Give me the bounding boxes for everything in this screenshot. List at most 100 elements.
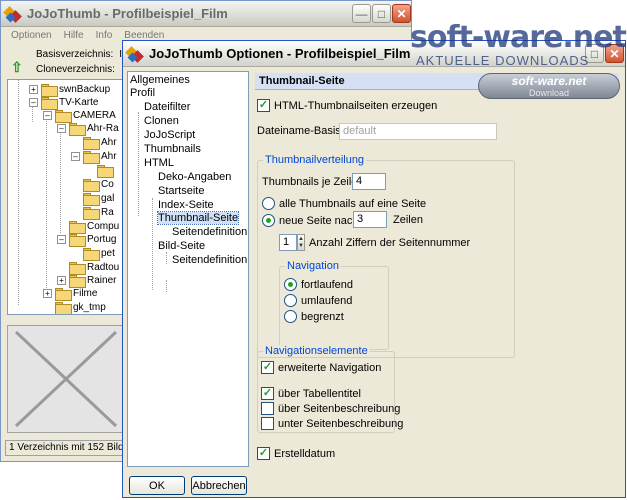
collapse-icon[interactable]: – xyxy=(57,124,66,133)
filename-base-label: Dateiname-Basis xyxy=(257,125,341,137)
above-table-title-checkbox[interactable]: ✓ über Tabellentitel xyxy=(261,387,361,400)
tree-item-pet[interactable]: pet xyxy=(83,247,115,261)
folder-icon xyxy=(69,221,86,234)
filename-base-row: Dateiname-Basis xyxy=(257,125,341,137)
tree-item-compu[interactable]: Compu xyxy=(69,220,119,234)
clone-dir-row: Cloneverzeichnis: xyxy=(36,64,115,75)
nav-startseite[interactable]: Startseite xyxy=(158,185,204,197)
close-button[interactable]: ✕ xyxy=(392,4,411,23)
menu-hilfe[interactable]: Hilfe xyxy=(64,30,84,41)
folder-icon xyxy=(69,275,86,288)
nav-index-seite[interactable]: Index-Seite xyxy=(158,199,214,211)
tree-item-ahr-2[interactable]: – Ahr xyxy=(71,150,117,164)
above-page-description-checkbox[interactable]: über Seitenbeschreibung xyxy=(261,402,400,415)
tree-item-rainer[interactable]: + Rainer xyxy=(57,274,116,288)
spin-up-icon[interactable]: ▲ xyxy=(298,236,304,242)
maximize-button[interactable]: □ xyxy=(585,44,604,63)
per-row-label: Thumbnails je Zeile xyxy=(262,176,358,188)
collapse-icon[interactable]: – xyxy=(43,111,52,120)
folder-icon xyxy=(69,262,86,275)
new-page-rows-input[interactable]: 3 xyxy=(353,211,387,228)
tree-item-tv-karte[interactable]: – TV-Karte xyxy=(29,96,98,110)
expand-icon[interactable]: + xyxy=(43,289,52,298)
below-page-description-checkbox[interactable]: unter Seitenbeschreibung xyxy=(261,417,403,430)
menu-info[interactable]: Info xyxy=(96,30,113,41)
html-thumbnails-checkbox[interactable]: ✓ HTML-Thumbnailseiten erzeugen xyxy=(257,99,437,112)
nav-begrenzt-radio[interactable]: begrenzt xyxy=(284,310,344,323)
image-preview xyxy=(7,325,123,433)
tree-item-co[interactable]: Co xyxy=(83,178,114,192)
collapse-icon[interactable]: – xyxy=(29,98,38,107)
tree-item-gk-tmp[interactable]: gk_tmp xyxy=(55,301,106,314)
nav-html[interactable]: HTML xyxy=(144,157,174,169)
spin-down-icon[interactable]: ▼ xyxy=(298,243,304,249)
folder-tree[interactable]: + swnBackup – TV-Karte – CAMERA – Ahr-Ra Ahr… xyxy=(7,79,123,315)
collapse-icon[interactable]: – xyxy=(57,235,66,244)
tree-item-selected-subfolder[interactable] xyxy=(97,164,115,178)
tree-item-portug[interactable]: – Portug xyxy=(57,233,116,247)
tree-item-camera[interactable]: – CAMERA xyxy=(43,109,116,123)
nav-profil[interactable]: Profil xyxy=(130,87,155,99)
radio-unselected-icon xyxy=(284,310,297,323)
minimize-button[interactable]: — xyxy=(352,4,371,23)
folder-icon xyxy=(97,165,114,178)
maximize-button[interactable]: □ xyxy=(372,4,391,23)
ok-button[interactable]: OK xyxy=(129,476,185,495)
nav-thumbnail-seitendefinition[interactable]: Seitendefinition xyxy=(172,226,247,238)
menu-optionen[interactable]: Optionen xyxy=(11,30,52,41)
page-digits-spinner[interactable]: ▲ ▼ xyxy=(297,234,305,251)
tree-item-filme[interactable]: + Filme xyxy=(43,287,97,301)
tree-item-gal[interactable]: gal xyxy=(83,192,114,206)
per-row-input[interactable]: 4 xyxy=(352,173,386,190)
close-button[interactable]: ✕ xyxy=(605,44,624,63)
folder-open-icon xyxy=(41,97,58,110)
nav-jojoscript[interactable]: JoJoScript xyxy=(144,129,195,141)
tree-item-ra[interactable]: Ra xyxy=(83,206,114,220)
up-arrow-icon[interactable]: ⇧ xyxy=(11,60,23,74)
tree-item-swnbackup[interactable]: + swnBackup xyxy=(29,83,110,97)
nav-thumbnails[interactable]: Thumbnails xyxy=(144,143,201,155)
radio-unselected-icon xyxy=(262,197,275,210)
tree-item-radtou[interactable]: Radtou xyxy=(69,261,119,275)
options-dialog-title: JoJoThumb Optionen - Profilbeispiel_Film xyxy=(149,46,411,61)
main-titlebar[interactable]: JoJoThumb - Profilbeispiel_Film — □ ✕ xyxy=(1,1,411,27)
folder-icon xyxy=(55,288,72,301)
clone-dir-label: Cloneverzeichnis: xyxy=(36,64,115,75)
nav-deko-angaben[interactable]: Deko-Angaben xyxy=(158,171,231,183)
extended-navigation-checkbox[interactable]: ✓ erweiterte Navigation xyxy=(261,361,381,374)
nav-umlaufend-radio[interactable]: umlaufend xyxy=(284,294,352,307)
expand-icon[interactable]: + xyxy=(29,85,38,94)
tree-item-ahr-ra[interactable]: – Ahr-Ra xyxy=(57,122,119,136)
options-dialog: JoJoThumb Optionen - Profilbeispiel_Film… xyxy=(122,40,626,498)
nav-dateifilter[interactable]: Dateifilter xyxy=(144,101,190,113)
all-on-one-page-radio[interactable]: alle Thumbnails auf eine Seite xyxy=(262,197,426,210)
folder-icon xyxy=(83,179,100,192)
nav-bild-seitendefinition[interactable]: Seitendefinition xyxy=(172,254,247,266)
status-text: 1 Verzeichnis mit 152 Bilder xyxy=(9,442,125,453)
cancel-button[interactable]: Abbrechen xyxy=(191,476,247,495)
checkbox-checked-icon: ✓ xyxy=(257,99,270,112)
navigation-elements-legend: Navigationselemente xyxy=(263,345,370,357)
creation-date-checkbox[interactable]: ✓ Erstelldatum xyxy=(257,447,335,460)
nav-bild-seite[interactable]: Bild-Seite xyxy=(158,240,205,252)
radio-selected-icon xyxy=(284,278,297,291)
nav-thumbnail-seite[interactable]: Thumbnail-Seite xyxy=(156,211,240,225)
folder-open-icon xyxy=(69,234,86,247)
expand-icon[interactable]: + xyxy=(57,276,66,285)
nav-clonen[interactable]: Clonen xyxy=(144,115,179,127)
nav-fortlaufend-radio[interactable]: fortlaufend xyxy=(284,278,353,291)
menu-beenden[interactable]: Beenden xyxy=(124,30,164,41)
folder-open-icon xyxy=(69,123,86,136)
filename-base-input[interactable]: default xyxy=(339,123,497,140)
collapse-icon[interactable]: – xyxy=(71,152,80,161)
page-digits-input[interactable]: 1 xyxy=(279,234,297,251)
tree-item-ahr-1[interactable]: Ahr xyxy=(83,136,117,150)
nav-allgemeines[interactable]: Allgemeines xyxy=(130,74,190,86)
folder-open-icon xyxy=(83,151,100,164)
checkbox-checked-icon: ✓ xyxy=(261,361,274,374)
options-titlebar[interactable]: JoJoThumb Optionen - Profilbeispiel_Film… xyxy=(123,41,625,67)
folder-icon xyxy=(83,248,100,261)
options-nav-tree[interactable]: Allgemeines Profil Dateifilter Clonen Jo… xyxy=(127,71,249,467)
new-page-after-radio[interactable]: neue Seite nach xyxy=(262,214,359,227)
folder-icon xyxy=(41,84,58,97)
